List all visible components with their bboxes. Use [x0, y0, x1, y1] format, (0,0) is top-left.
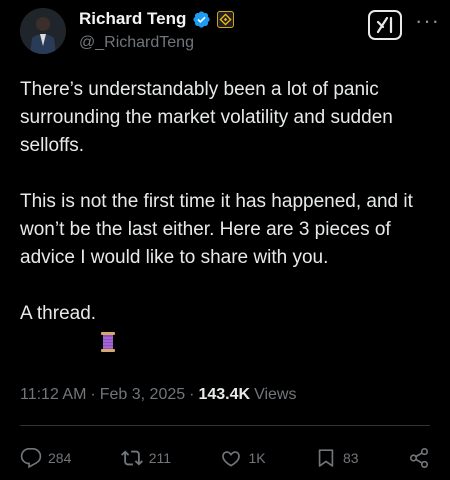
reply-button[interactable]: 284 [20, 447, 71, 469]
repost-icon [120, 450, 143, 466]
grok-button[interactable] [368, 10, 402, 40]
author-handle[interactable]: @_RichardTeng [79, 34, 194, 52]
bookmark-icon [318, 449, 334, 467]
meta-separator: · [90, 386, 96, 403]
post-paragraph-2: This is not the first time it has happen… [20, 191, 413, 268]
post-date[interactable]: Feb 3, 2025 [100, 386, 185, 404]
views-label: Views [254, 386, 297, 403]
post-thread-line: A thread. [20, 300, 440, 352]
like-button[interactable]: 1K [220, 447, 266, 469]
post-time[interactable]: 11:12 AM [20, 386, 86, 404]
author-name-row[interactable]: Richard Teng [79, 9, 235, 29]
bookmark-button[interactable]: 83 [315, 447, 359, 469]
verified-badge-icon [192, 10, 211, 29]
repost-count: 211 [148, 450, 172, 466]
post-meta: 11:12 AM · Feb 3, 2025 · 143.4K Views [20, 386, 296, 404]
post-body: There’s understandably been a lot of pan… [20, 76, 440, 352]
thread-spool-icon [100, 303, 116, 352]
reply-icon [20, 448, 42, 469]
share-icon [409, 448, 429, 468]
reply-count: 284 [48, 450, 72, 466]
like-count: 1K [248, 450, 266, 466]
post-paragraph-1: There’s understandably been a lot of pan… [20, 79, 393, 156]
repost-button[interactable]: 211 [120, 447, 172, 469]
grok-icon [376, 16, 393, 34]
more-icon[interactable]: ··· [415, 8, 440, 34]
bookmark-count: 83 [342, 450, 359, 466]
views-count: 143.4K [198, 386, 251, 403]
action-bar: 284 211 1K 83 [20, 442, 430, 474]
thread-text: A thread. [20, 303, 97, 324]
meta-separator: · [189, 386, 195, 403]
avatar[interactable] [20, 8, 66, 54]
share-button[interactable] [408, 447, 430, 469]
author-display-name[interactable]: Richard Teng [79, 9, 186, 29]
heart-icon [222, 451, 241, 467]
binance-affiliate-icon[interactable] [217, 10, 235, 28]
divider [20, 425, 430, 426]
